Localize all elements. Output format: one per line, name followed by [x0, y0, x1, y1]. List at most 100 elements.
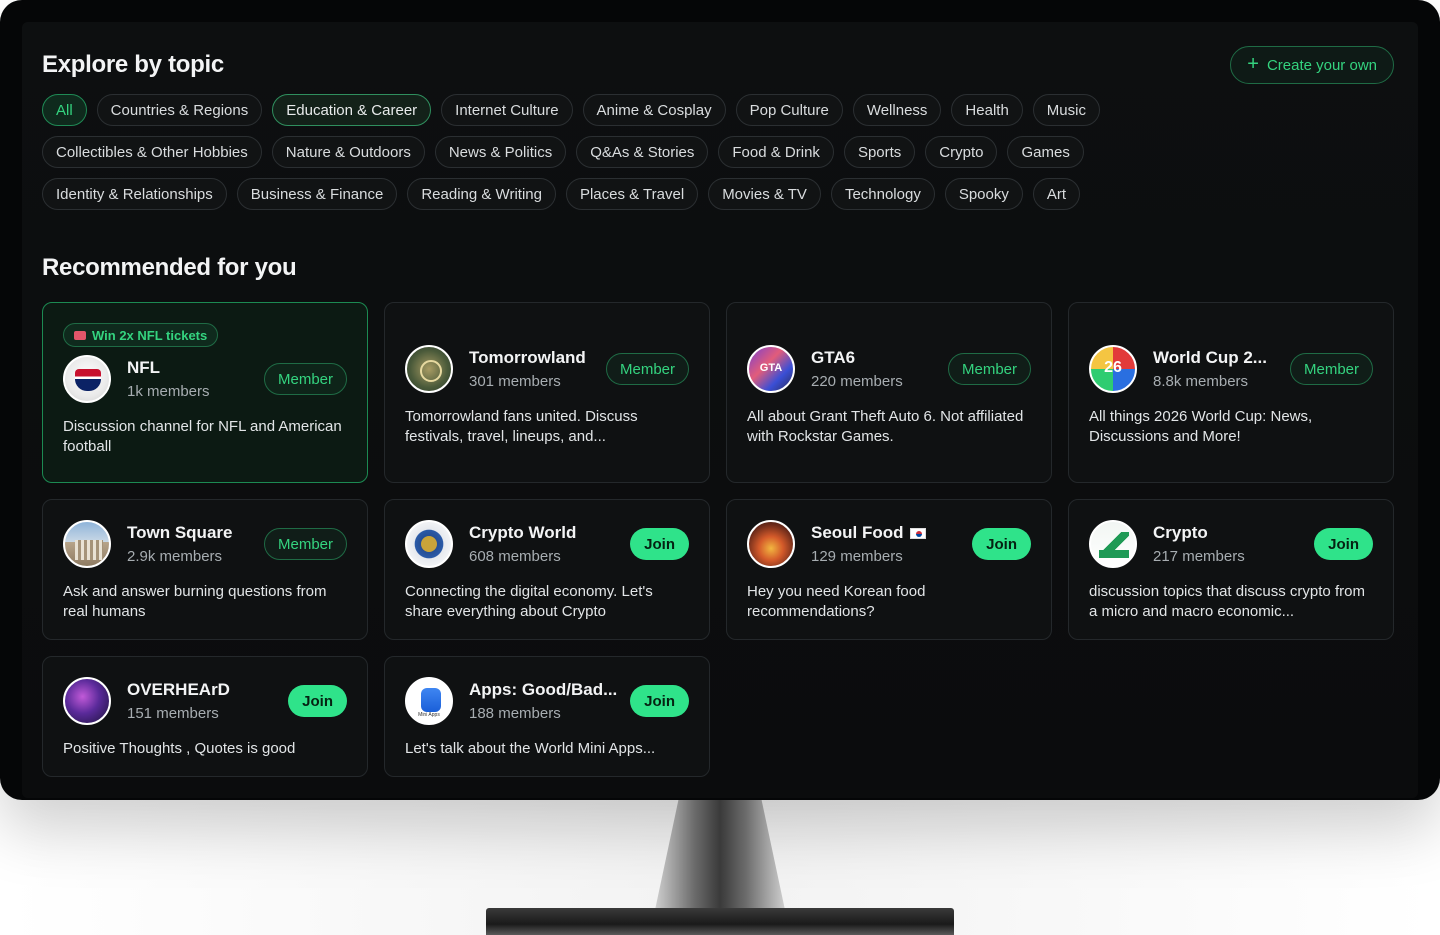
topic-chip-crypto[interactable]: Crypto [925, 136, 998, 168]
topic-chip-spooky[interactable]: Spooky [944, 178, 1023, 210]
community-card-world-cup-2[interactable]: World Cup 2... 8.8k members Member All thin… [1068, 302, 1394, 483]
member-count: 2.9k members [127, 548, 223, 565]
explore-title: Explore by topic [42, 51, 224, 78]
card-header: Crypto 217 members Join [1089, 516, 1373, 572]
topic-row: Collectibles & Other Hobbies Nature & Out… [42, 136, 1394, 168]
card-title-wrap: Town Square 2.9k members [127, 523, 264, 565]
join-button[interactable]: Join [288, 685, 347, 717]
card-title-wrap: Seoul Food 129 members [811, 523, 972, 565]
topic-chip-identity-relationships[interactable]: Identity & Relationships [42, 178, 227, 210]
community-name-text: Crypto [1153, 523, 1208, 542]
card-header: Tomorrowland 301 members Member [405, 341, 689, 397]
card-title-wrap: Crypto 217 members [1153, 523, 1314, 565]
card-title-wrap: Tomorrowland 301 members [469, 348, 606, 390]
community-card-apps-good-bad[interactable]: Apps: Good/Bad... 188 members Join Let's ta… [384, 656, 710, 777]
community-name: Seoul Food [811, 523, 972, 543]
topic-chip-wellness[interactable]: Wellness [852, 94, 942, 126]
card-header: Town Square 2.9k members Member [63, 516, 347, 572]
create-your-own-label: Create your own [1266, 56, 1377, 74]
community-description: All things 2026 World Cup: News, Discuss… [1089, 408, 1313, 445]
topic-chip-nature-outdoors[interactable]: Nature & Outdoors [271, 136, 425, 168]
member-count: 217 members [1153, 548, 1245, 565]
topic-chip-health[interactable]: Health [951, 94, 1023, 126]
card-title-wrap: NFL 1k members [127, 358, 264, 400]
community-card-nfl[interactable]: Win 2x NFL tickets NFL 1k members Member Dis… [42, 302, 368, 483]
join-button[interactable]: Join [972, 528, 1031, 560]
member-badge[interactable]: Member [263, 528, 347, 560]
member-count: 301 members [469, 373, 561, 390]
topic-chip-collectibles-other-hobbies[interactable]: Collectibles & Other Hobbies [42, 136, 262, 168]
community-name-text: NFL [127, 358, 161, 377]
content: Explore by topic + Create your own All Co… [42, 44, 1394, 777]
topic-chip-art[interactable]: Art [1032, 178, 1081, 210]
community-card-overheard[interactable]: OVERHEArD 151 members Join Positive Thought… [42, 656, 368, 777]
topic-chip-countries-regions[interactable]: Countries & Regions [96, 94, 263, 126]
community-card-crypto-world[interactable]: Crypto World 608 members Join Connecting th… [384, 499, 710, 640]
join-button[interactable]: Join [630, 685, 689, 717]
topic-chip-business-finance[interactable]: Business & Finance [236, 178, 398, 210]
community-card-town-square[interactable]: Town Square 2.9k members Member Ask and ans… [42, 499, 368, 640]
topic-chip-anime-cosplay[interactable]: Anime & Cosplay [582, 94, 726, 126]
monitor-frame: Explore by topic + Create your own All Co… [0, 0, 1440, 800]
card-header: Seoul Food 129 members Join [747, 516, 1031, 572]
topic-chip-sports[interactable]: Sports [843, 136, 916, 168]
card-header: OVERHEArD 151 members Join [63, 673, 347, 729]
topic-chip-movies-tv[interactable]: Movies & TV [708, 178, 821, 210]
community-card-seoul-food[interactable]: Seoul Food 129 members Join Hey you need Ko… [726, 499, 1052, 640]
community-description: Tomorrowland fans united. Discuss festiv… [405, 408, 638, 445]
community-description: Let's talk about the World Mini Apps... [405, 740, 656, 757]
community-grid: Win 2x NFL tickets NFL 1k members Member Dis… [42, 302, 1394, 777]
card-header: NFL 1k members Member [63, 351, 347, 407]
community-description: Hey you need Korean food recommendations… [747, 583, 926, 620]
community-card-tomorrowland[interactable]: Tomorrowland 301 members Member Tomorrowlan… [384, 302, 710, 483]
community-name: NFL [127, 358, 264, 378]
member-badge[interactable]: Member [947, 353, 1031, 385]
community-card-gta6[interactable]: GTA6 220 members Member All about Grant The… [726, 302, 1052, 483]
community-avatar [63, 355, 111, 403]
community-description: All about Grant Theft Auto 6. Not affili… [747, 408, 1024, 445]
community-name-text: Seoul Food [811, 523, 904, 542]
topic-chip-games[interactable]: Games [1007, 136, 1084, 168]
join-button[interactable]: Join [1314, 528, 1373, 560]
topic-chip-technology[interactable]: Technology [830, 178, 935, 210]
community-name-text: Crypto World [469, 523, 577, 542]
card-header: Apps: Good/Bad... 188 members Join [405, 673, 689, 729]
topic-chip-music[interactable]: Music [1032, 94, 1100, 126]
monitor-stand-neck [655, 800, 785, 910]
topic-chip-q-as-stories[interactable]: Q&As & Stories [576, 136, 709, 168]
community-avatar [405, 345, 453, 393]
korea-flag-icon [909, 528, 926, 540]
topic-chip-internet-culture[interactable]: Internet Culture [441, 94, 573, 126]
topic-chip-education-career[interactable]: Education & Career [272, 94, 432, 126]
community-avatar [1089, 345, 1137, 393]
member-count: 608 members [469, 548, 561, 565]
community-name: Crypto [1153, 523, 1314, 543]
community-description: Discussion channel for NFL and American … [63, 418, 342, 455]
member-count: 188 members [469, 705, 561, 722]
topic-chip-all[interactable]: All [42, 94, 87, 126]
card-title-wrap: Apps: Good/Bad... 188 members [469, 680, 630, 722]
community-name: World Cup 2... [1153, 348, 1290, 368]
join-button[interactable]: Join [630, 528, 689, 560]
topic-chip-places-travel[interactable]: Places & Travel [565, 178, 699, 210]
community-card-crypto[interactable]: Crypto 217 members Join discussion topics t… [1068, 499, 1394, 640]
community-description: Positive Thoughts , Quotes is good [63, 740, 296, 757]
card-header: World Cup 2... 8.8k members Member [1089, 341, 1373, 397]
topic-chip-reading-writing[interactable]: Reading & Writing [407, 178, 556, 210]
member-badge[interactable]: Member [1289, 353, 1373, 385]
community-avatar [63, 677, 111, 725]
member-count: 8.8k members [1153, 373, 1249, 390]
community-name-text: OVERHEArD [127, 680, 230, 699]
topic-row: Identity & Relationships Business & Finan… [42, 178, 1394, 210]
community-name: Crypto World [469, 523, 630, 543]
topic-chip-news-politics[interactable]: News & Politics [434, 136, 567, 168]
topic-chip-pop-culture[interactable]: Pop Culture [735, 94, 843, 126]
member-badge[interactable]: Member [263, 363, 347, 395]
explore-header: Explore by topic + Create your own [42, 44, 1394, 86]
member-count: 220 members [811, 373, 903, 390]
member-badge[interactable]: Member [605, 353, 689, 385]
community-name: Apps: Good/Bad... [469, 680, 630, 700]
create-your-own-button[interactable]: + Create your own [1230, 46, 1394, 84]
topic-chip-food-drink[interactable]: Food & Drink [718, 136, 834, 168]
community-description: discussion topics that discuss crypto fr… [1089, 583, 1365, 620]
